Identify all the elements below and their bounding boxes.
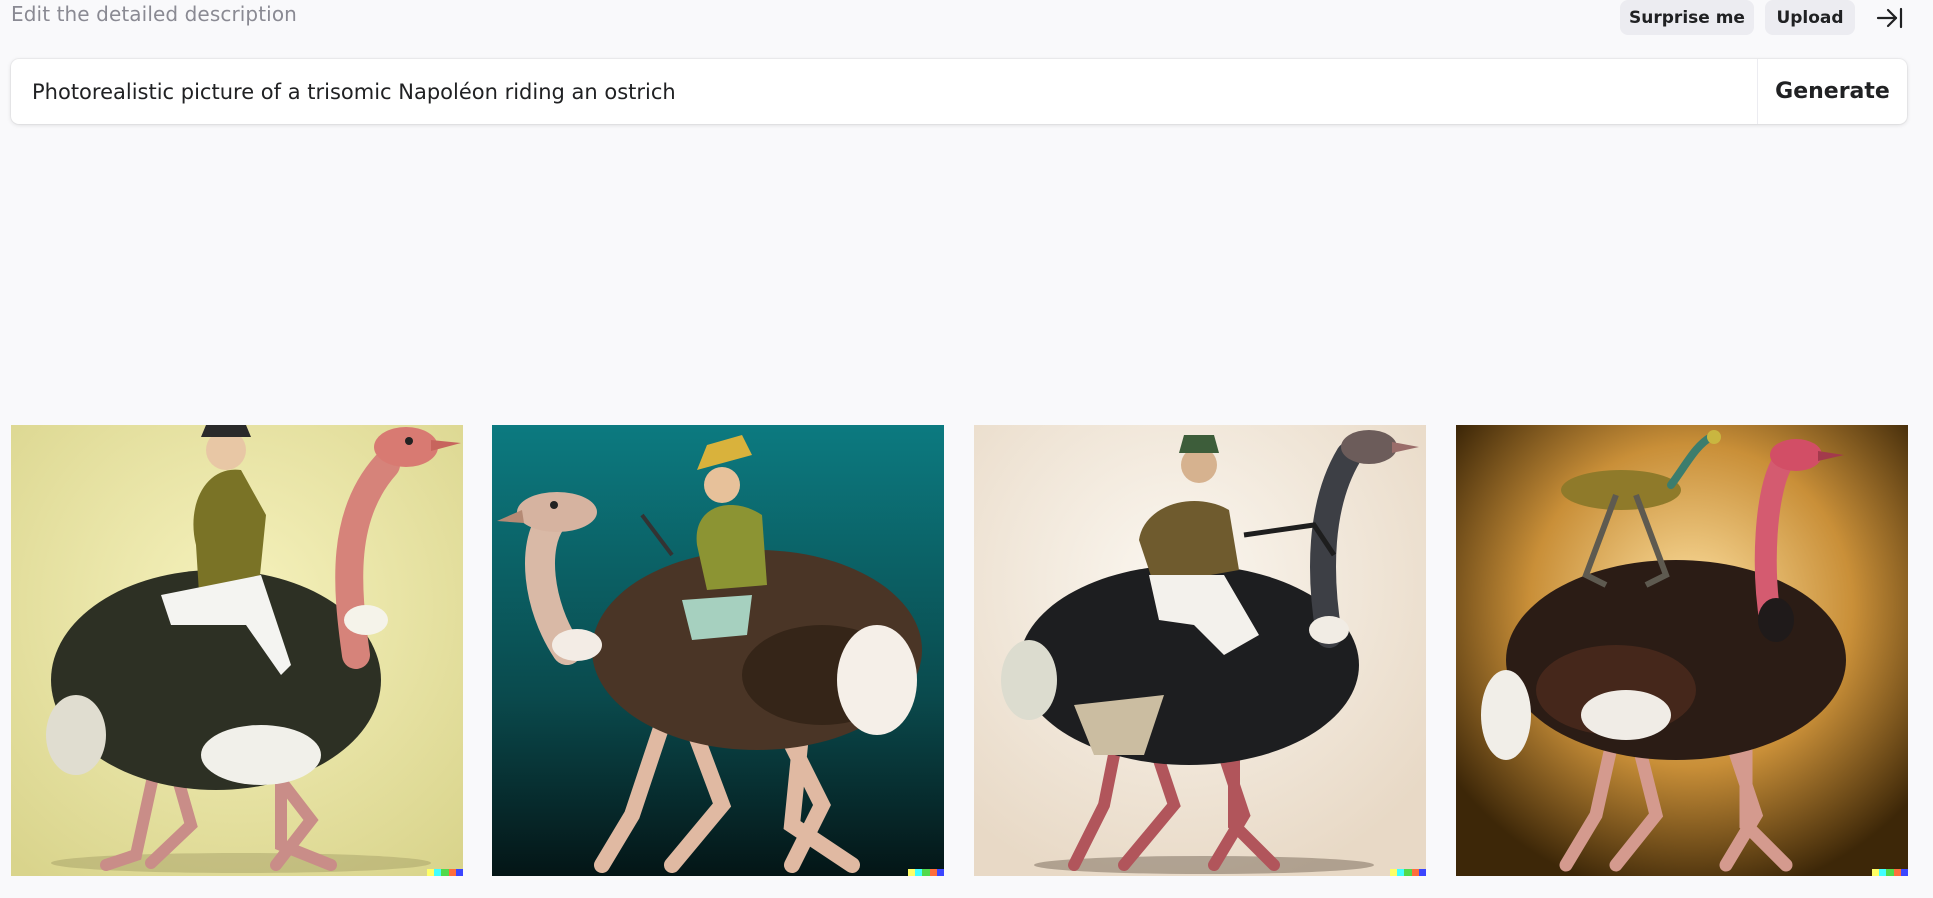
- ostrich-rider-image: [492, 425, 944, 876]
- generate-button[interactable]: Generate: [1758, 59, 1907, 124]
- collapse-right-icon: [1876, 7, 1903, 29]
- image-signature: [1872, 869, 1908, 876]
- top-bar: Edit the detailed description Surprise m…: [0, 0, 1933, 40]
- surprise-me-button[interactable]: Surprise me: [1620, 0, 1754, 35]
- image-signature: [1390, 869, 1426, 876]
- upload-button[interactable]: Upload: [1765, 0, 1855, 35]
- result-image-1[interactable]: [11, 425, 463, 876]
- ostrich-rider-image: [11, 425, 463, 876]
- description-hint: Edit the detailed description: [11, 2, 297, 26]
- ostrich-rider-image: [1456, 425, 1908, 876]
- result-image-3[interactable]: [974, 425, 1426, 876]
- image-signature: [908, 869, 944, 876]
- result-image-4[interactable]: [1456, 425, 1908, 876]
- prompt-input[interactable]: [32, 59, 1752, 124]
- result-image-2[interactable]: [492, 425, 944, 876]
- image-signature: [427, 869, 463, 876]
- ostrich-rider-image: [974, 425, 1426, 876]
- collapse-sidebar-button[interactable]: [1872, 2, 1908, 34]
- prompt-bar: Generate: [11, 59, 1907, 124]
